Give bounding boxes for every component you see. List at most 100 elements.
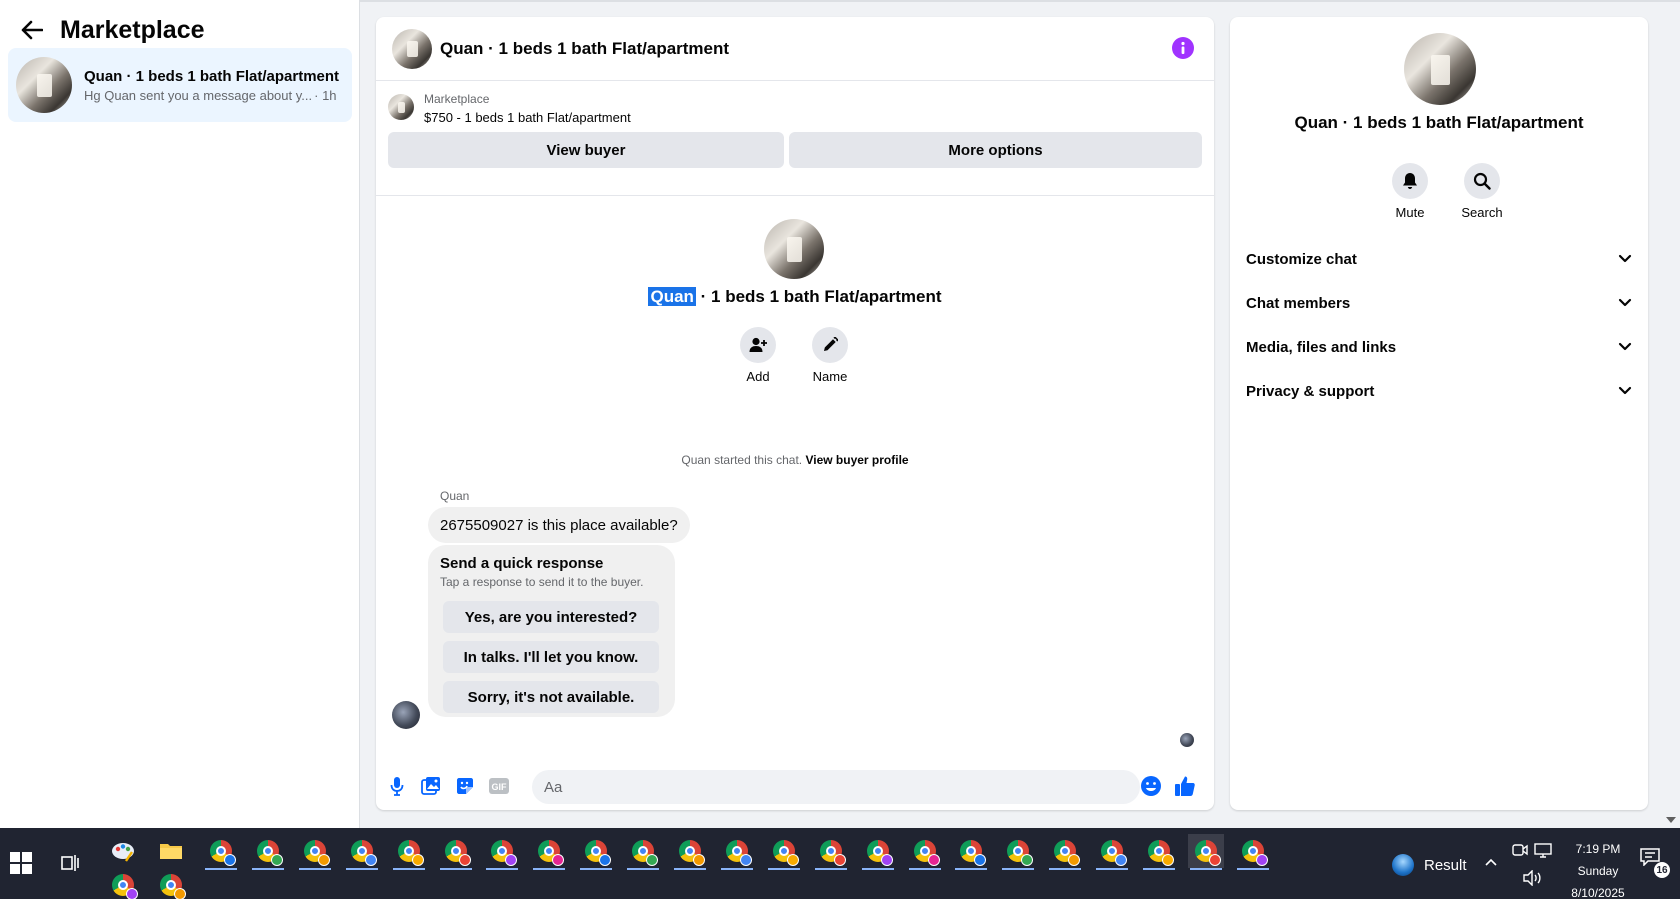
chrome-window-icon[interactable] — [438, 834, 474, 870]
quick-response-in-talks-button[interactable]: In talks. I'll let you know. — [443, 641, 659, 673]
microphone-icon[interactable] — [384, 773, 410, 799]
chrome-window-icon[interactable] — [153, 868, 189, 899]
chrome-window-icon[interactable] — [813, 834, 849, 870]
chrome-icon — [1242, 840, 1268, 866]
chevron-down-icon — [1618, 386, 1632, 395]
conversation-item[interactable]: Quan · 1 beds 1 bath Flat/apartment Hg Q… — [8, 48, 352, 122]
sticker-icon[interactable] — [452, 773, 478, 799]
emoji-icon[interactable] — [1138, 773, 1164, 799]
tray-overflow-chevron-icon[interactable] — [1484, 854, 1498, 872]
add-person-button[interactable] — [740, 327, 776, 363]
conversation-title: Quan · 1 beds 1 bath Flat/apartment — [84, 67, 340, 85]
chrome-window-icon[interactable] — [250, 834, 286, 870]
chevron-down-icon — [1618, 254, 1632, 263]
chrome-icon — [726, 840, 752, 866]
chrome-icon — [773, 840, 799, 866]
message-input[interactable] — [532, 770, 1140, 804]
chrome-icon — [679, 840, 705, 866]
chrome-window-icon[interactable] — [344, 834, 380, 870]
chrome-window-icon[interactable] — [719, 834, 755, 870]
chat-header-avatar[interactable] — [392, 28, 432, 69]
info-icon[interactable] — [1172, 37, 1194, 59]
quick-response-box: Send a quick response Tap a response to … — [428, 545, 675, 717]
customize-chat-label: Customize chat — [1246, 250, 1357, 268]
privacy-support-row[interactable]: Privacy & support — [1246, 373, 1632, 409]
chrome-window-icon[interactable] — [484, 834, 520, 870]
chrome-icon — [210, 840, 236, 866]
chrome-window-icon[interactable] — [105, 868, 141, 899]
add-people-action: Add — [728, 327, 788, 384]
chrome-window-icon[interactable] — [297, 834, 333, 870]
chrome-window-icon[interactable] — [907, 834, 943, 870]
bell-icon — [1403, 173, 1417, 189]
chrome-window-icon[interactable] — [672, 834, 708, 870]
media-files-links-row[interactable]: Media, files and links — [1246, 329, 1632, 365]
quick-response-yes-button[interactable]: Yes, are you interested? — [443, 601, 659, 633]
network-icon[interactable] — [1534, 842, 1552, 863]
file-explorer-icon[interactable] — [153, 834, 189, 868]
chrome-icon — [491, 840, 517, 866]
paint-app-icon[interactable] — [105, 834, 141, 868]
chat-header-title[interactable]: Quan · 1 beds 1 bath Flat/apartment — [440, 39, 729, 59]
photo-icon[interactable] — [418, 773, 444, 799]
back-arrow-icon[interactable] — [18, 16, 46, 44]
chrome-window-icon[interactable] — [578, 834, 614, 870]
chat-profile-avatar — [764, 219, 824, 279]
result-widget[interactable]: Result — [1392, 850, 1467, 880]
conversation-time: · 1h — [314, 87, 337, 103]
mute-action: Mute — [1380, 163, 1440, 220]
view-buyer-profile-link[interactable]: View buyer profile — [805, 453, 908, 467]
chrome-window-icon[interactable] — [1094, 834, 1130, 870]
name-label: Name — [812, 369, 848, 384]
listing-price-title[interactable]: $750 - 1 beds 1 bath Flat/apartment — [424, 110, 631, 125]
chrome-window-icon[interactable] — [1047, 834, 1083, 870]
info-title: Quan · 1 beds 1 bath Flat/apartment — [1294, 113, 1584, 132]
message-sender-name: Quan — [440, 489, 470, 503]
chrome-icon — [160, 874, 186, 899]
chat-members-row[interactable]: Chat members — [1246, 285, 1632, 321]
clock-day: Sunday — [1577, 864, 1619, 878]
result-label: Result — [1424, 856, 1467, 874]
scrollbar-down-arrow[interactable] — [1664, 814, 1678, 826]
chrome-window-icon[interactable] — [953, 834, 989, 870]
chrome-window-icon[interactable] — [203, 834, 239, 870]
chrome-window-icon[interactable] — [1000, 834, 1036, 870]
chrome-window-icon[interactable] — [1235, 834, 1271, 870]
chrome-window-icon[interactable] — [391, 834, 427, 870]
sender-avatar[interactable] — [392, 701, 420, 729]
search-button[interactable] — [1464, 163, 1500, 199]
volume-icon[interactable] — [1522, 869, 1542, 891]
chat-profile-name-rest: · 1 beds 1 bath Flat/apartment — [695, 287, 942, 306]
chrome-icon — [960, 840, 986, 866]
thumbs-up-icon[interactable] — [1172, 773, 1198, 799]
system-tray — [1508, 840, 1554, 890]
chrome-window-icon[interactable] — [625, 834, 661, 870]
edit-name-button[interactable] — [812, 327, 848, 363]
more-options-button[interactable]: More options — [789, 132, 1202, 168]
listing-thumbnail[interactable] — [388, 94, 414, 120]
quick-response-title: Send a quick response — [440, 555, 604, 572]
chrome-window-icon[interactable] — [531, 834, 567, 870]
gif-icon[interactable]: GIF — [486, 773, 512, 799]
clock-date: 8/10/2025 — [1571, 886, 1625, 899]
chrome-window-icon[interactable] — [766, 834, 802, 870]
taskbar-clock[interactable]: 7:19 PM Sunday 8/10/2025 — [1556, 838, 1640, 899]
quick-response-not-available-button[interactable]: Sorry, it's not available. — [443, 681, 659, 713]
chrome-window-icon[interactable] — [860, 834, 896, 870]
chevron-down-icon — [1618, 298, 1632, 307]
customize-chat-row[interactable]: Customize chat — [1246, 241, 1632, 277]
mute-button[interactable] — [1392, 163, 1428, 199]
chrome-window-icon[interactable] — [1141, 834, 1177, 870]
task-view-icon[interactable] — [58, 850, 84, 876]
windows-start-icon[interactable] — [10, 852, 38, 878]
view-buyer-button[interactable]: View buyer — [388, 132, 784, 168]
chat-started-text: Quan started this chat. — [681, 453, 806, 467]
notification-center-icon[interactable]: 16 — [1640, 848, 1672, 880]
message-bubble[interactable]: 2675509027 is this place available? — [428, 507, 690, 543]
top-divider — [360, 0, 1680, 2]
chrome-window-icon[interactable] — [1188, 834, 1224, 870]
clock-time: 7:19 PM — [1575, 842, 1621, 856]
meet-now-icon[interactable] — [1512, 842, 1528, 863]
conversation-info-panel: Quan · 1 beds 1 bath Flat/apartment Mute… — [1230, 17, 1648, 810]
windows-taskbar: Result 7:19 PM Sunday 8/10/2025 16 — [0, 828, 1680, 899]
